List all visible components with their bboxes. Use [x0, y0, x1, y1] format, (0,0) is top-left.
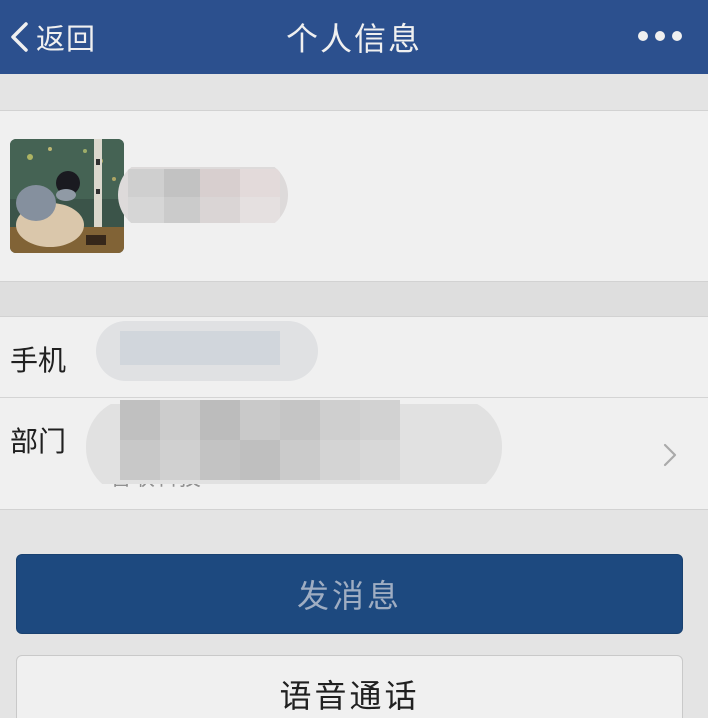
- send-message-label: 发消息: [296, 577, 402, 615]
- details-section: 手机 部门 智联科技: [0, 316, 708, 510]
- department-row[interactable]: 部门 智联科技: [0, 398, 708, 510]
- department-value-redacted: [86, 398, 502, 496]
- contact-profile-page: 返回 个人信息 手机 部门 发消息 语音通话: [0, 0, 708, 718]
- more-options-button[interactable]: [638, 28, 682, 44]
- more-horizontal-icon: [638, 31, 648, 41]
- voice-call-label: 语音通话: [279, 677, 420, 715]
- voice-call-button[interactable]: 语音通话: [16, 655, 683, 718]
- avatar[interactable]: [10, 139, 124, 253]
- user-avatar-image: [10, 139, 124, 253]
- more-horizontal-icon: [672, 31, 682, 41]
- profile-section: [0, 110, 708, 282]
- more-horizontal-icon: [655, 31, 665, 41]
- page-title: 个人信息: [285, 20, 422, 58]
- phone-label: 手机: [10, 344, 67, 377]
- profile-name-redacted: [118, 159, 288, 231]
- department-label: 部门: [10, 425, 67, 458]
- navbar: 返回 个人信息: [0, 0, 708, 74]
- phone-row[interactable]: 手机: [0, 317, 708, 397]
- send-message-button[interactable]: 发消息: [16, 554, 683, 634]
- phone-value-redacted: [96, 321, 318, 381]
- spacer: [0, 74, 708, 110]
- spacer: [0, 282, 708, 316]
- chevron-right-icon: [663, 443, 677, 467]
